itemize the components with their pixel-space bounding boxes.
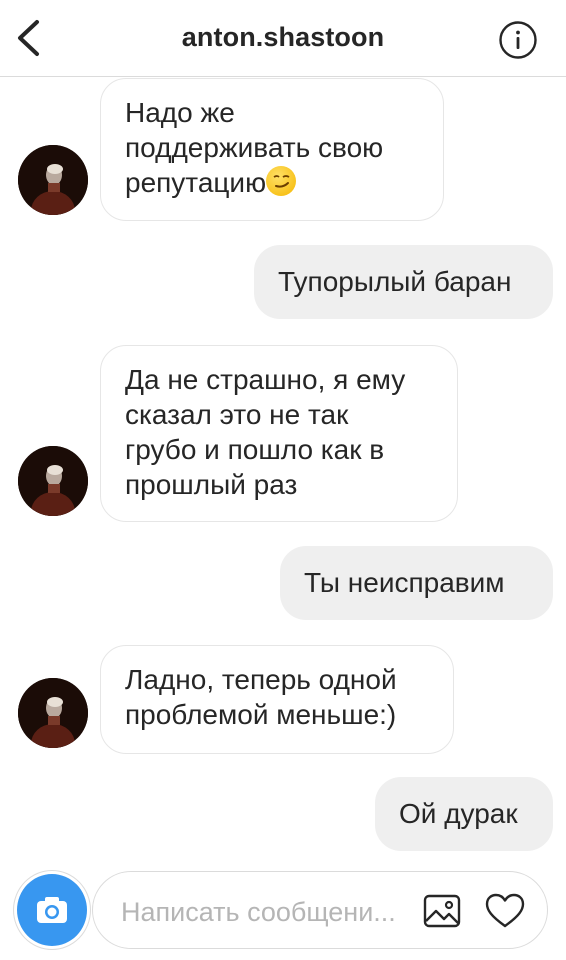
camera-icon xyxy=(37,897,67,923)
message-incoming: Ладно, теперь одной проблемой меньше:) xyxy=(100,645,454,754)
chat-header: anton.shastoon xyxy=(0,0,566,77)
avatar-photo xyxy=(18,145,88,215)
avatar-photo xyxy=(18,446,88,516)
message-outgoing: Тупорылый баран xyxy=(254,245,553,319)
message-line: прошлый раз xyxy=(125,469,298,500)
avatar[interactable] xyxy=(18,678,88,748)
message-line: Ладно, теперь одной xyxy=(125,664,397,695)
avatar-photo xyxy=(18,678,88,748)
message-outgoing: Ой дурак xyxy=(375,777,553,851)
message-outgoing: Ты неисправим xyxy=(280,546,553,620)
gallery-button[interactable] xyxy=(421,890,463,932)
info-icon xyxy=(499,21,537,59)
message-composer xyxy=(14,871,550,951)
message-incoming: Надо же поддерживать свою репутацию xyxy=(100,78,444,221)
chat-title[interactable]: anton.shastoon xyxy=(0,22,566,53)
message-line: репутацию xyxy=(125,167,267,198)
like-button[interactable] xyxy=(483,890,527,932)
avatar[interactable] xyxy=(18,446,88,516)
camera-button[interactable] xyxy=(14,871,90,949)
message-line: Да не страшно, я ему xyxy=(125,364,406,395)
avatar[interactable] xyxy=(18,145,88,215)
smirking-face-emoji xyxy=(266,166,297,196)
info-button[interactable] xyxy=(498,20,538,60)
message-incoming: Да не страшно, я ему сказал это не так г… xyxy=(100,345,458,522)
message-line: Надо же xyxy=(125,97,235,128)
message-line: проблемой меньше:) xyxy=(125,699,397,730)
heart-icon xyxy=(485,893,525,928)
message-line: поддерживать свою xyxy=(125,132,384,163)
message-line: сказал это не так xyxy=(125,399,349,430)
message-line: грубо и пошло как в xyxy=(125,434,385,465)
message-input[interactable] xyxy=(121,894,411,930)
message-input-wrapper xyxy=(92,871,548,949)
image-icon xyxy=(423,894,461,928)
